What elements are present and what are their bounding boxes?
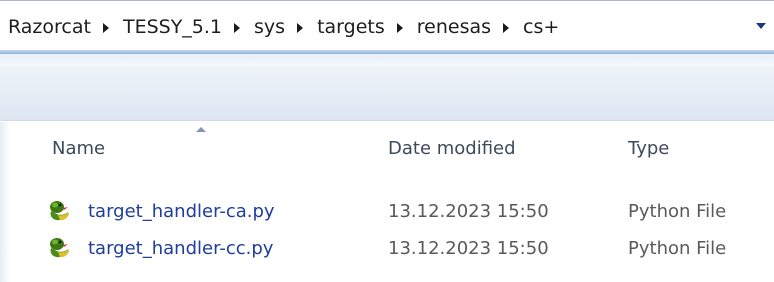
file-date-modified: 13.12.2023 15:50 [388, 238, 549, 259]
file-type: Python File [628, 238, 727, 259]
breadcrumb-separator-icon[interactable] [297, 23, 304, 33]
breadcrumb-separator-icon[interactable] [102, 23, 109, 33]
address-bar[interactable]: Razorcat TESSY_5.1 sys targets renesas c… [0, 0, 774, 50]
file-type: Python File [628, 201, 727, 222]
breadcrumb-item-cs-plus[interactable]: cs+ [521, 16, 561, 38]
breadcrumb-item-tessy[interactable]: TESSY_5.1 [121, 16, 224, 38]
file-row[interactable]: target_handler-ca.py 13.12.2023 15:50 Py… [0, 194, 774, 230]
breadcrumb-separator-icon[interactable] [234, 23, 241, 33]
toolbar-highlight [0, 54, 774, 66]
python-file-icon [50, 238, 69, 258]
breadcrumb: Razorcat TESSY_5.1 sys targets renesas c… [6, 8, 561, 46]
breadcrumb-separator-icon[interactable] [503, 23, 510, 33]
python-file-icon [50, 201, 69, 221]
chevron-down-icon[interactable] [756, 23, 766, 29]
file-row[interactable]: target_handler-cc.py 13.12.2023 15:50 Py… [0, 231, 774, 267]
column-header-type[interactable]: Type [628, 138, 669, 159]
breadcrumb-item-sys[interactable]: sys [252, 16, 287, 38]
file-name[interactable]: target_handler-ca.py [88, 201, 275, 222]
file-date-modified: 13.12.2023 15:50 [388, 201, 549, 222]
column-header-date-modified[interactable]: Date modified [388, 138, 516, 159]
sort-ascending-icon [196, 127, 206, 132]
breadcrumb-separator-icon[interactable] [396, 23, 403, 33]
file-name[interactable]: target_handler-cc.py [88, 238, 273, 259]
breadcrumb-item-razorcat[interactable]: Razorcat [6, 16, 93, 38]
column-header-name[interactable]: Name [52, 138, 105, 159]
breadcrumb-item-renesas[interactable]: renesas [415, 16, 493, 38]
breadcrumb-item-targets[interactable]: targets [315, 16, 387, 38]
